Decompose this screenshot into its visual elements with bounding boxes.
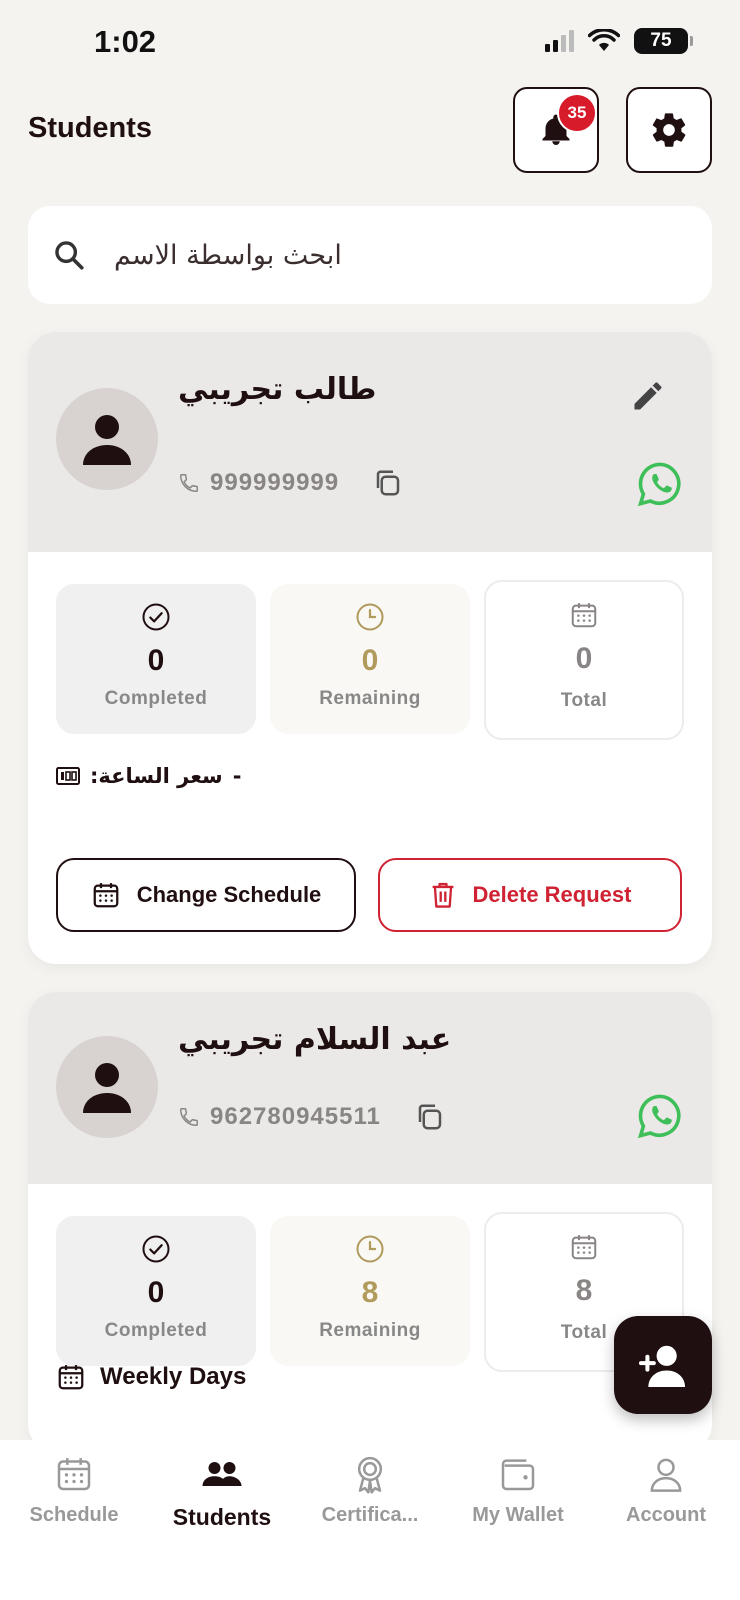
hour-price-label: سعر الساعة: [90, 764, 223, 788]
remaining-label: Remaining [319, 1320, 421, 1341]
students-icon [202, 1462, 242, 1486]
signal-icon [545, 30, 574, 52]
whatsapp-icon[interactable] [636, 460, 684, 508]
calendar-icon [571, 603, 597, 628]
stat-total: 0 Total [484, 580, 684, 740]
status-bar: 1:02 75 [0, 0, 740, 84]
hour-price-value: - [232, 764, 242, 788]
student-card: طالب تجريبي 999999999 0 Completed 0 Rema… [28, 332, 712, 964]
student-card: عبد السلام تجريبي 962780945511 0 Complet… [28, 992, 712, 1452]
stat-remaining: 8 Remaining [270, 1216, 470, 1366]
trash-icon [432, 882, 453, 908]
tab-account[interactable]: Account [592, 1454, 740, 1600]
calendar-icon [571, 1235, 597, 1260]
add-student-button[interactable] [614, 1316, 712, 1414]
certificate-icon [357, 1456, 383, 1494]
total-value: 8 [575, 1274, 593, 1307]
cash-icon [56, 767, 80, 785]
search-bar[interactable] [28, 206, 712, 304]
weekly-days-label: Weekly Days [100, 1363, 247, 1390]
delete-request-button[interactable]: Delete Request [378, 858, 682, 932]
phone-row: 962780945511 [178, 1102, 445, 1132]
clock-icon [356, 1235, 384, 1263]
calendar-icon [93, 883, 119, 908]
total-value: 0 [575, 642, 593, 675]
tab-students[interactable]: Students [148, 1454, 296, 1600]
student-phone: 999999999 [210, 469, 340, 496]
calendar-icon [57, 1458, 91, 1491]
avatar [56, 1036, 158, 1138]
status-icons: 75 [545, 28, 693, 54]
tab-certificates[interactable]: Certifica... [296, 1454, 444, 1600]
stat-completed: 0 Completed [56, 584, 256, 734]
clock-icon [356, 603, 384, 631]
tab-certificates-label: Certifica... [321, 1504, 419, 1526]
tab-schedule-label: Schedule [29, 1504, 119, 1526]
phone-icon [180, 1108, 198, 1126]
student-card-header: طالب تجريبي 999999999 [28, 332, 712, 552]
student-card-header: عبد السلام تجريبي 962780945511 [28, 992, 712, 1184]
stat-remaining: 0 Remaining [270, 584, 470, 734]
battery-icon: 75 [634, 28, 693, 54]
notification-badge: 35 [557, 93, 597, 133]
change-schedule-label: Change Schedule [136, 882, 322, 907]
student-name: طالب تجريبي [178, 372, 377, 407]
change-schedule-button[interactable]: Change Schedule [56, 858, 356, 932]
completed-value: 0 [147, 1276, 165, 1309]
student-phone: 962780945511 [210, 1103, 381, 1130]
notifications-button[interactable]: 35 [513, 87, 599, 173]
tab-account-label: Account [626, 1504, 706, 1526]
wallet-icon [501, 1459, 535, 1491]
phone-icon [180, 474, 198, 492]
completed-label: Completed [104, 1320, 208, 1341]
bottom-tab-bar: Schedule Students Certifica... My Wallet… [0, 1440, 740, 1600]
whatsapp-icon[interactable] [636, 1092, 684, 1140]
copy-icon[interactable] [415, 1102, 445, 1132]
completed-label: Completed [104, 688, 208, 709]
remaining-value: 0 [361, 644, 379, 677]
phone-row: 999999999 [178, 468, 403, 498]
gear-icon [652, 113, 686, 147]
calendar-icon [58, 1365, 84, 1390]
search-icon [55, 241, 84, 270]
total-label: Total [560, 1322, 608, 1343]
avatar [56, 388, 158, 490]
stats-row: 0 Completed 8 Remaining 8 Total [56, 1212, 684, 1372]
remaining-value: 8 [361, 1276, 379, 1309]
edit-icon[interactable] [630, 378, 666, 414]
search-input[interactable] [114, 239, 614, 271]
student-name: عبد السلام تجريبي [178, 1022, 452, 1057]
account-icon [650, 1458, 682, 1492]
check-circle-icon [142, 603, 170, 631]
person-icon [83, 415, 131, 465]
person-icon [83, 1063, 131, 1113]
copy-icon[interactable] [373, 468, 403, 498]
remaining-label: Remaining [319, 688, 421, 709]
delete-request-label: Delete Request [472, 882, 632, 907]
tab-wallet-label: My Wallet [472, 1504, 564, 1526]
settings-button[interactable] [626, 87, 712, 173]
tab-wallet[interactable]: My Wallet [444, 1454, 592, 1600]
card-actions: Change Schedule Delete Request [56, 858, 682, 932]
status-time: 1:02 [94, 24, 157, 59]
hour-price: سعر الساعة: - [56, 764, 241, 788]
tab-schedule[interactable]: Schedule [0, 1454, 148, 1600]
tab-students-label: Students [172, 1504, 272, 1530]
weekly-days-heading: Weekly Days [56, 1362, 246, 1392]
stat-completed: 0 Completed [56, 1216, 256, 1366]
completed-value: 0 [147, 644, 165, 677]
stats-row: 0 Completed 0 Remaining 0 Total [56, 580, 684, 740]
add-person-icon [639, 1345, 685, 1387]
wifi-icon [588, 29, 620, 51]
check-circle-icon [142, 1235, 170, 1263]
total-label: Total [560, 690, 608, 711]
page-title: Students [28, 112, 153, 144]
